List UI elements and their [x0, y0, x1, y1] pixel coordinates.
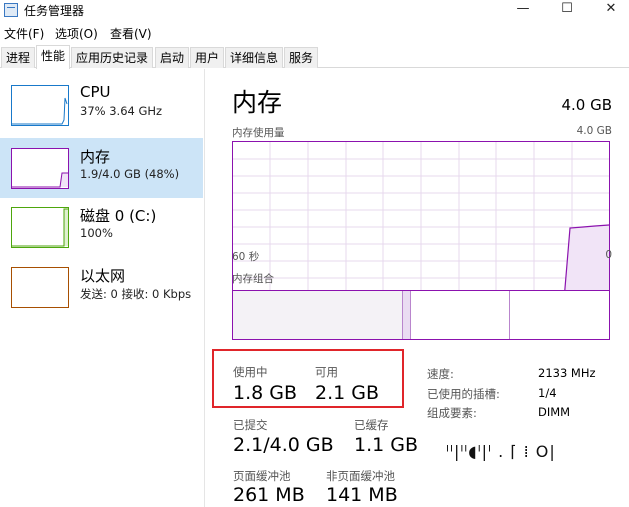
memory-thumbnail	[11, 148, 69, 189]
form-factor-value: DIMM	[538, 405, 571, 419]
in-use-label: 使用中	[233, 365, 268, 379]
available-value: 2.1 GB	[315, 382, 380, 404]
cpu-thumbnail	[11, 85, 69, 126]
form-factor-label: 组成要素:	[427, 406, 477, 420]
resource-detail: 1.9/4.0 GB (48%)	[80, 167, 180, 181]
usage-graph-max: 4.0 GB	[576, 125, 612, 137]
ethernet-thumbnail	[11, 267, 69, 308]
minimize-button[interactable]: —	[500, 0, 546, 22]
menu-file[interactable]: 文件(F)	[4, 25, 44, 42]
resource-item-cpu[interactable]: CPU 37% 3.64 GHz	[0, 75, 203, 135]
resource-name: 以太网	[80, 267, 126, 285]
tab-processes[interactable]: 进程	[1, 47, 36, 68]
resource-item-disk[interactable]: 磁盘 0 (C:) 100%	[0, 197, 203, 257]
watermark: ᴵᴵ|ᴵᴵ◖ᴵ|ᴵ . ⌈ ⁞ O|	[430, 420, 620, 480]
memory-mini-graph	[12, 172, 68, 188]
disk-mini-graph	[12, 208, 68, 247]
tab-app-history[interactable]: 应用历史记录	[71, 47, 154, 68]
committed-label: 已提交	[233, 418, 268, 432]
resource-name: 磁盘 0 (C:)	[80, 207, 157, 225]
maximize-button[interactable]: ☐	[544, 0, 590, 22]
time-axis-end: 0	[605, 249, 612, 261]
speed-label: 速度:	[427, 367, 454, 381]
cached-value: 1.1 GB	[354, 434, 419, 456]
resource-detail: 37% 3.64 GHz	[80, 104, 163, 118]
speed-value: 2133 MHz	[538, 366, 596, 380]
memory-composition-bar	[232, 290, 610, 340]
tab-services[interactable]: 服务	[284, 47, 319, 68]
resource-name: 内存	[80, 148, 111, 166]
watermark-text: ᴵᴵ|ᴵᴵ◖ᴵ|ᴵ . ⌈ ⁞ O|	[446, 442, 556, 461]
disk-thumbnail	[11, 207, 69, 248]
ethernet-mini-graph	[12, 268, 68, 307]
slots-label: 已使用的插槽:	[427, 387, 500, 401]
slots-value: 1/4	[538, 386, 557, 400]
composition-standby	[411, 291, 510, 339]
composition-in-use	[233, 291, 403, 339]
menu-options[interactable]: 选项(O)	[55, 25, 98, 42]
time-axis-start: 60 秒	[232, 251, 260, 263]
close-button[interactable]: ✕	[588, 0, 629, 22]
menu-bar: 文件(F) 选项(O) 查看(V)	[0, 22, 629, 42]
tab-details[interactable]: 详细信息	[225, 47, 284, 68]
composition-modified	[403, 291, 411, 339]
tab-startup[interactable]: 启动	[155, 47, 190, 68]
in-use-value: 1.8 GB	[233, 382, 298, 404]
available-label: 可用	[315, 365, 338, 379]
cached-label: 已缓存	[354, 418, 389, 432]
resource-name: CPU	[80, 83, 111, 101]
title-bar: 任务管理器 — ☐ ✕	[0, 0, 629, 22]
memory-usage-graph	[232, 141, 610, 313]
tab-users[interactable]: 用户	[190, 47, 225, 68]
committed-value: 2.1/4.0 GB	[233, 434, 334, 456]
cpu-mini-graph	[12, 97, 68, 125]
resource-item-ethernet[interactable]: 以太网 发送: 0 接收: 0 Kbps	[0, 257, 203, 317]
tab-performance[interactable]: 性能	[36, 45, 71, 69]
tab-bar: 进程 性能 应用历史记录 启动 用户 详细信息 服务	[0, 44, 629, 69]
memory-total: 4.0 GB	[561, 96, 612, 114]
paged-pool-label: 页面缓冲池	[233, 469, 291, 483]
memory-usage-plot	[233, 142, 610, 313]
task-manager-icon	[4, 3, 18, 17]
resource-detail: 100%	[80, 226, 113, 240]
page-title: 内存	[232, 88, 283, 117]
window-title: 任务管理器	[24, 4, 85, 18]
menu-view[interactable]: 查看(V)	[110, 25, 152, 42]
resource-list: CPU 37% 3.64 GHz 内存 1.9/4.0 GB (48%) 磁盘 …	[0, 69, 205, 507]
usage-graph-label: 内存使用量	[232, 127, 285, 139]
resource-item-memory[interactable]: 内存 1.9/4.0 GB (48%)	[0, 138, 203, 198]
nonpaged-pool-label: 非页面缓冲池	[326, 469, 395, 483]
nonpaged-pool-value: 141 MB	[326, 484, 398, 506]
resource-detail: 发送: 0 接收: 0 Kbps	[80, 287, 192, 301]
composition-label: 内存组合	[232, 273, 274, 285]
paged-pool-value: 261 MB	[233, 484, 305, 506]
